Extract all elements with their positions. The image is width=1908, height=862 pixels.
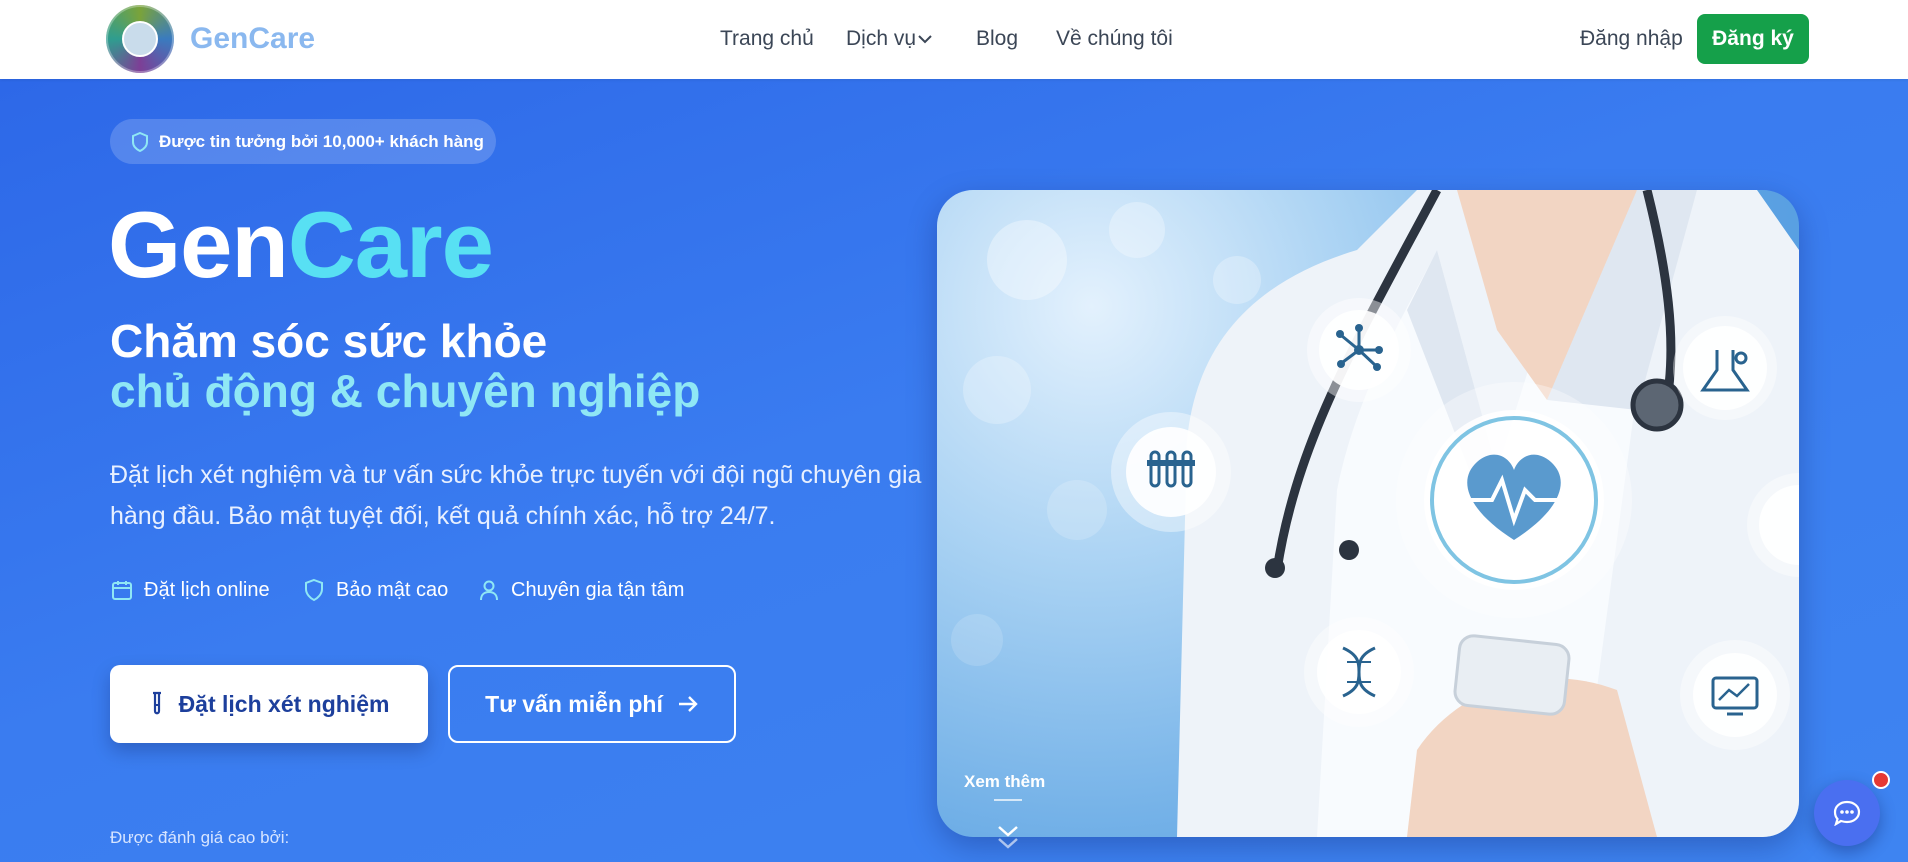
user-icon xyxy=(480,580,498,601)
notification-dot xyxy=(1872,771,1890,789)
feature-dedicated-experts: Chuyên gia tận tâm xyxy=(477,578,684,602)
chat-button[interactable] xyxy=(1814,780,1880,846)
hero-title: GenCare xyxy=(108,198,494,292)
see-more-divider xyxy=(994,799,1022,801)
rated-by-label: Được đánh giá cao bởi: xyxy=(110,828,290,847)
login-link[interactable]: Đăng nhập xyxy=(1580,27,1683,51)
feature-online-booking: Đặt lịch online xyxy=(110,578,270,602)
chat-icon xyxy=(1833,800,1861,826)
hero-description: Đặt lịch xét nghiệm và tư vấn sức khỏe t… xyxy=(110,461,922,530)
book-test-button[interactable]: Đặt lịch xét nghiệm xyxy=(110,665,428,743)
nav-item-services[interactable]: Dịch vụ xyxy=(846,27,916,51)
test-tube-icon xyxy=(152,691,161,715)
see-more-link[interactable]: Xem thêm xyxy=(964,772,1045,792)
hero-title-care: Care xyxy=(287,192,494,297)
calendar-icon xyxy=(112,581,132,600)
hero-title-gen: Gen xyxy=(108,192,289,297)
nav-item-home[interactable]: Trang chủ xyxy=(720,27,814,51)
nav-item-about[interactable]: Về chúng tôi xyxy=(1056,27,1173,51)
arrow-right-icon xyxy=(678,696,698,712)
feature-label: Bảo mật cao xyxy=(336,578,449,601)
free-consult-button[interactable]: Tư vấn miễn phí xyxy=(448,665,736,743)
book-test-label: Đặt lịch xét nghiệm xyxy=(178,690,390,717)
signup-button[interactable]: Đăng ký xyxy=(1697,14,1809,64)
hero-doctor-image xyxy=(937,190,1799,837)
nav-item-blog[interactable]: Blog xyxy=(976,27,1018,51)
hero-subtitle-line1: Chăm sóc sức khỏe xyxy=(110,315,548,367)
trust-badge-text: Được tin tưởng bởi 10,000+ khách hàng xyxy=(159,131,484,151)
gencare-logo-icon[interactable] xyxy=(106,5,174,73)
chevron-down-icon[interactable] xyxy=(917,33,933,45)
feature-high-security: Bảo mật cao xyxy=(302,578,448,602)
scroll-down-chevron-icon[interactable] xyxy=(996,822,1020,854)
hero-subtitle-line2: chủ động & chuyên nghiệp xyxy=(110,365,701,417)
brand-name[interactable]: GenCare xyxy=(190,22,315,56)
shield-icon xyxy=(305,578,323,602)
top-navbar: GenCare Trang chủ Dịch vụ Blog Về chúng … xyxy=(0,0,1908,79)
feature-label: Chuyên gia tận tâm xyxy=(511,578,685,601)
feature-label: Đặt lịch online xyxy=(144,578,270,601)
shield-icon xyxy=(132,131,148,152)
free-consult-label: Tư vấn miễn phí xyxy=(485,690,663,717)
trust-badge: Được tin tưởng bởi 10,000+ khách hàng xyxy=(110,119,496,164)
